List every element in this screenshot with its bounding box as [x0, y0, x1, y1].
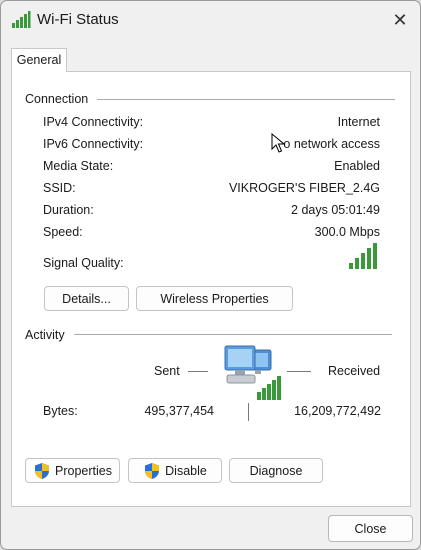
close-button[interactable]: Close: [328, 515, 413, 542]
ipv4-label: IPv4 Connectivity:: [43, 115, 144, 129]
signal-bar: [361, 253, 365, 269]
ipv4-value: Internet: [337, 115, 380, 129]
wifi-status-window: Wi-Fi Status ✕ General Connection IPv4 C…: [0, 0, 421, 550]
diagnose-button[interactable]: Diagnose: [229, 458, 323, 483]
tab-general[interactable]: General: [11, 48, 67, 72]
media-state-label: Media State:: [43, 159, 114, 173]
signal-bar: [367, 248, 371, 269]
close-icon[interactable]: ✕: [385, 5, 415, 35]
received-line: [287, 371, 311, 372]
diagnose-button-label: Diagnose: [249, 463, 303, 478]
connection-divider: [97, 99, 395, 100]
wifi-signal-icon: [12, 11, 31, 28]
wireless-properties-label: Wireless Properties: [160, 291, 269, 306]
bytes-received-value: 16,209,772,492: [294, 404, 381, 418]
mouse-cursor-icon: [271, 133, 285, 153]
bytes-sent-value: 495,377,454: [144, 404, 214, 418]
network-computers-icon: [224, 345, 281, 400]
ssid-label: SSID:: [43, 181, 76, 195]
disable-button[interactable]: Disable: [128, 458, 222, 483]
sent-line: [188, 371, 208, 372]
signal-quality-bars: [349, 243, 377, 269]
duration-value: 2 days 05:01:49: [291, 203, 380, 217]
signal-bar: [355, 258, 359, 269]
received-label: Received: [328, 364, 381, 378]
title-bar: Wi-Fi Status ✕: [1, 1, 420, 39]
ipv6-value: o network access: [283, 137, 380, 151]
details-button[interactable]: Details...: [44, 286, 129, 311]
speed-label: Speed:: [43, 225, 83, 239]
uac-shield-icon: [145, 462, 160, 479]
bytes-label: Bytes:: [43, 404, 78, 418]
activity-heading: Activity: [25, 328, 65, 342]
sent-label: Sent: [154, 364, 180, 378]
media-state-value: Enabled: [334, 159, 380, 173]
window-title: Wi-Fi Status: [37, 11, 119, 28]
signal-bar: [349, 263, 353, 269]
connection-heading: Connection: [25, 92, 89, 106]
disable-button-label: Disable: [165, 463, 207, 478]
ssid-value: VIKROGER'S FIBER_2.4G: [228, 181, 380, 195]
close-button-label: Close: [354, 521, 387, 536]
speed-value: 300.0 Mbps: [314, 225, 380, 239]
properties-button[interactable]: Properties: [25, 458, 120, 483]
wireless-properties-button[interactable]: Wireless Properties: [136, 286, 293, 311]
uac-shield-icon: [35, 462, 49, 479]
properties-button-label: Properties: [55, 463, 112, 478]
duration-label: Duration:: [43, 203, 94, 217]
ipv6-label: IPv6 Connectivity:: [43, 137, 144, 151]
details-button-label: Details...: [62, 291, 111, 306]
signal-bar: [373, 243, 377, 269]
signal-quality-label: Signal Quality:: [43, 256, 124, 270]
activity-divider: [74, 334, 392, 335]
activity-split-line: [248, 403, 249, 421]
